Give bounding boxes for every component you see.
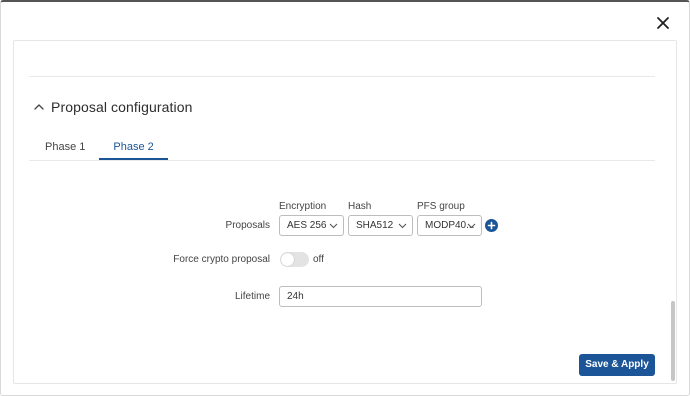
toggle-knob: [281, 253, 294, 266]
section-header[interactable]: Proposal configuration: [33, 96, 193, 118]
proposals-label: Proposals: [225, 220, 270, 231]
force-crypto-label: Force crypto proposal: [173, 254, 270, 265]
lifetime-value: 24h: [287, 291, 304, 302]
phase-tabs: Phase 1 Phase 2: [31, 134, 168, 160]
close-button[interactable]: [653, 13, 673, 33]
save-apply-button[interactable]: Save & Apply: [579, 354, 655, 376]
encryption-select[interactable]: AES 256: [279, 215, 344, 236]
tab-phase-2[interactable]: Phase 2: [99, 134, 168, 160]
scrollbar[interactable]: [671, 301, 675, 381]
hash-column-label: Hash: [348, 201, 372, 212]
divider: [29, 76, 655, 77]
dialog: Proposal configuration Phase 1 Phase 2 E…: [0, 0, 690, 396]
hash-value: SHA512: [356, 220, 394, 231]
force-crypto-state: off: [313, 254, 324, 265]
plus-icon: [487, 221, 496, 230]
tabs-divider: [29, 160, 655, 161]
pfs-group-column-label: PFS group: [417, 201, 465, 212]
chevron-down-icon: [398, 223, 407, 229]
chevron-down-icon: [467, 223, 476, 229]
lifetime-input[interactable]: 24h: [279, 286, 482, 307]
chevron-up-icon: [34, 104, 44, 110]
tab-phase-1[interactable]: Phase 1: [31, 134, 99, 160]
pfs-group-select[interactable]: MODP40...: [417, 215, 482, 236]
hash-select[interactable]: SHA512: [348, 215, 413, 236]
add-proposal-button[interactable]: [485, 219, 498, 232]
force-crypto-toggle[interactable]: [280, 252, 309, 267]
section-title: Proposal configuration: [51, 99, 193, 115]
settings-panel: Proposal configuration Phase 1 Phase 2 E…: [13, 40, 677, 384]
close-icon: [657, 17, 669, 29]
encryption-value: AES 256: [287, 220, 327, 231]
encryption-column-label: Encryption: [279, 201, 327, 212]
chevron-down-icon: [329, 223, 338, 229]
lifetime-label: Lifetime: [234, 291, 270, 302]
